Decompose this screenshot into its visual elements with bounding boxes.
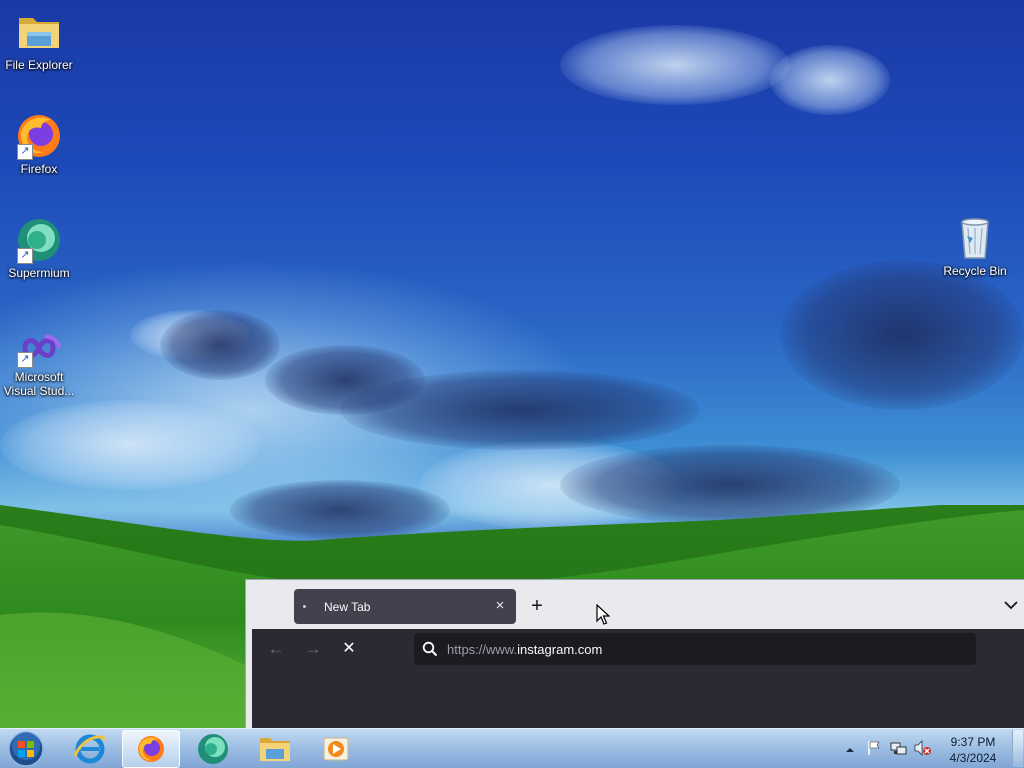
folder-icon [260,738,290,761]
stop-button[interactable]: ✕ [337,638,361,660]
cloud [770,45,890,115]
desktop-icon-label: Supermium [8,266,70,280]
desktop-icon-supermium[interactable]: ↗ Supermium [1,216,77,280]
url-bar[interactable]: https://www.instagram.com [414,633,976,665]
taskbar-media-player[interactable] [307,730,365,768]
chevron-down-icon[interactable] [1002,598,1020,612]
search-icon [422,641,438,662]
internet-explorer-icon [73,734,107,764]
url-text: https://www.instagram.com [447,642,602,657]
recycle-bin-icon [951,214,999,262]
network-icon[interactable] [890,740,908,761]
cloud [160,310,280,380]
taskbar-supermium[interactable] [184,730,242,768]
new-tab-button[interactable]: + [526,595,548,617]
desktop-icon-label: Recycle Bin [943,264,1007,278]
media-player-icon [323,737,349,761]
desktop-icon-label: File Explorer [5,58,73,72]
tab-title: New Tab [324,600,371,614]
volume-muted-icon[interactable] [914,740,932,761]
system-tray: 9:37 PM 4/3/2024 [840,729,1024,768]
firefox-icon [138,736,164,762]
firefox-window[interactable]: New Tab × + ← → ✕ https://www.instagram.… [245,579,1024,729]
shortcut-arrow-icon: ↗ [17,144,33,160]
desktop-icon-label-line2: Visual Stud... [3,384,75,398]
supermium-icon: ↗ [15,216,63,264]
taskbar-firefox[interactable] [122,730,180,768]
back-button[interactable]: ← [264,638,288,660]
folder-icon [15,8,63,56]
tab-loading-indicator [303,605,306,608]
navigation-toolbar: ← → ✕ https://www.instagram.com [252,629,1024,669]
windows-start-orb-icon[interactable] [4,730,48,768]
desktop-icon-label-line1: Microsoft [14,370,64,384]
tab-strip: New Tab × + [246,580,1024,629]
visual-studio-icon: ↗ [15,328,63,368]
cloud [340,370,700,450]
clock-date: 4/3/2024 [949,751,997,765]
cloud [780,260,1024,410]
taskbar-file-explorer[interactable] [246,730,304,768]
taskbar: 9:37 PM 4/3/2024 [0,728,1024,768]
firefox-icon: ↗ [15,112,63,160]
show-desktop-button[interactable] [1012,730,1023,767]
desktop-icon-firefox[interactable]: ↗ Firefox [1,112,77,176]
show-hidden-icons-icon[interactable] [844,743,856,761]
url-host: instagram.com [517,642,603,657]
desktop-icon-file-explorer[interactable]: File Explorer [1,8,77,72]
taskbar-internet-explorer[interactable] [61,730,119,768]
action-center-flag-icon[interactable] [866,740,882,761]
cloud [0,400,260,490]
forward-button[interactable]: → [301,638,325,660]
desktop-icon-recycle-bin[interactable]: Recycle Bin [937,214,1013,278]
tab-close-button[interactable]: × [493,597,507,615]
page-content-area[interactable] [252,669,1024,729]
url-scheme-prefix: https://www. [447,642,518,657]
desktop-icon-visual-studio[interactable]: ↗ Microsoft Visual Stud... [1,328,77,398]
shortcut-arrow-icon: ↗ [17,248,33,264]
clock-time: 9:37 PM [950,735,996,749]
tab-new-tab[interactable]: New Tab × [294,589,516,624]
mouse-cursor-icon [596,603,611,631]
desktop-icon-label: Firefox [20,162,58,176]
clock[interactable]: 9:37 PM 4/3/2024 [940,734,1006,766]
shortcut-arrow-icon: ↗ [17,352,33,368]
supermium-icon [198,734,228,764]
cloud [560,25,790,105]
